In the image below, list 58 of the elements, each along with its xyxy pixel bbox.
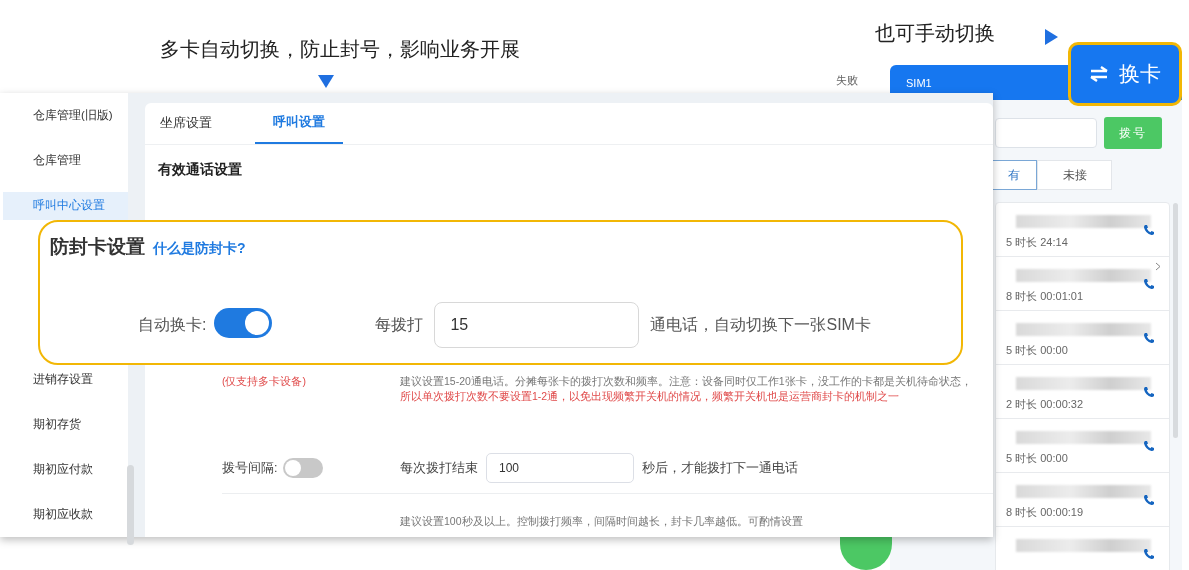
- call-row[interactable]: 8 时长 00:00:19: [996, 473, 1169, 527]
- phone-icon[interactable]: [1143, 386, 1155, 398]
- phone-number-field[interactable]: [995, 118, 1097, 148]
- sidebar-item[interactable]: 仓库管理(旧版): [3, 101, 128, 130]
- phone-icon[interactable]: [1143, 224, 1155, 236]
- sidebar-item[interactable]: 期初存货: [3, 410, 128, 439]
- warning-text: 所以单次拨打次数不要设置1-2通，以免出现频繁开关机的情况，频繁开关机也是运营商封卡的机制之一: [400, 389, 901, 404]
- phone-icon[interactable]: [1143, 278, 1155, 290]
- callout-title: 防封卡设置: [50, 235, 145, 259]
- field-label: 每次拨打结束: [400, 459, 478, 477]
- status-text: 失败: [836, 73, 858, 88]
- sidebar-item[interactable]: 呼叫中心设置: [3, 191, 128, 220]
- phone-icon[interactable]: [1143, 494, 1155, 506]
- toggle-switch[interactable]: [214, 308, 273, 338]
- help-link[interactable]: 什么是防封卡?: [153, 240, 246, 258]
- note-text: (仅支持多卡设备): [222, 375, 306, 387]
- phone-icon[interactable]: [1143, 332, 1155, 344]
- call-row[interactable]: 5 时长 24:14: [996, 203, 1169, 257]
- phone-icon[interactable]: [1143, 440, 1155, 452]
- filter-tab[interactable]: 未接: [1037, 160, 1112, 190]
- switch-card-button[interactable]: 换卡: [1068, 42, 1182, 106]
- down-triangle-icon: [318, 75, 334, 88]
- sidebar-item[interactable]: 期初应收款: [3, 500, 128, 529]
- filter-tab[interactable]: 有: [990, 160, 1037, 190]
- call-duration: 5 时长 00:00: [1006, 343, 1068, 358]
- annotation-text: 多卡自动切换，防止封号，影响业务开展: [160, 37, 520, 62]
- field-label: 自动换卡:: [138, 314, 207, 335]
- sidebar-item[interactable]: 进销存设置: [3, 365, 128, 394]
- tab[interactable]: 坐席设置: [145, 103, 227, 144]
- call-duration: 2 时长 00:00:32: [1006, 397, 1084, 412]
- right-triangle-icon: [1045, 29, 1058, 45]
- call-row[interactable]: 2 时长 00:00:32: [996, 365, 1169, 419]
- call-duration: 8 时长 00:01:01: [1006, 289, 1084, 304]
- sidebar-item[interactable]: 期初应付款: [3, 455, 128, 484]
- sidebar-item[interactable]: 仓库管理: [3, 146, 128, 175]
- hint-text: 建议设置15-20通电话。分摊每张卡的拨打次数和频率。注意：设备同时仅工作1张卡，没工作的卡都是关机待命状态，: [400, 374, 973, 389]
- input-field[interactable]: 100: [486, 453, 634, 483]
- tab[interactable]: 呼叫设置: [255, 103, 343, 144]
- round-action-button[interactable]: [840, 537, 892, 570]
- sim-label: SIM1: [906, 76, 932, 89]
- toggle-switch[interactable]: [283, 458, 324, 478]
- call-row[interactable]: 8 时长 00:01:01: [996, 257, 1169, 311]
- input-field[interactable]: 15: [434, 302, 640, 348]
- swap-arrows-icon: [1089, 66, 1109, 82]
- call-duration: 5 时长 24:14: [1006, 235, 1068, 250]
- field-label: 每拨打: [375, 314, 424, 335]
- call-duration: 5 时长 00:00: [1006, 451, 1068, 466]
- chevron-right-icon[interactable]: [1155, 262, 1161, 271]
- field-label: 通电话，自动切换下一张SIM卡: [650, 314, 871, 335]
- call-duration: 8 时长 00:00:19: [1006, 505, 1084, 520]
- call-row[interactable]: 5 时长 00:00: [996, 311, 1169, 365]
- field-label: 秒后，才能拨打下一通电话: [642, 459, 798, 477]
- annotation-text: 也可手动切换: [875, 21, 995, 46]
- phone-icon[interactable]: [1143, 548, 1155, 560]
- call-row[interactable]: 5 时长 00:00: [996, 419, 1169, 473]
- hint-text: 建议设置100秒及以上。控制拨打频率，间隔时间越长，封卡几率越低。可酌情设置: [400, 514, 804, 529]
- section-title: 有效通话设置: [157, 160, 243, 179]
- field-label: 拨号间隔:: [222, 459, 278, 477]
